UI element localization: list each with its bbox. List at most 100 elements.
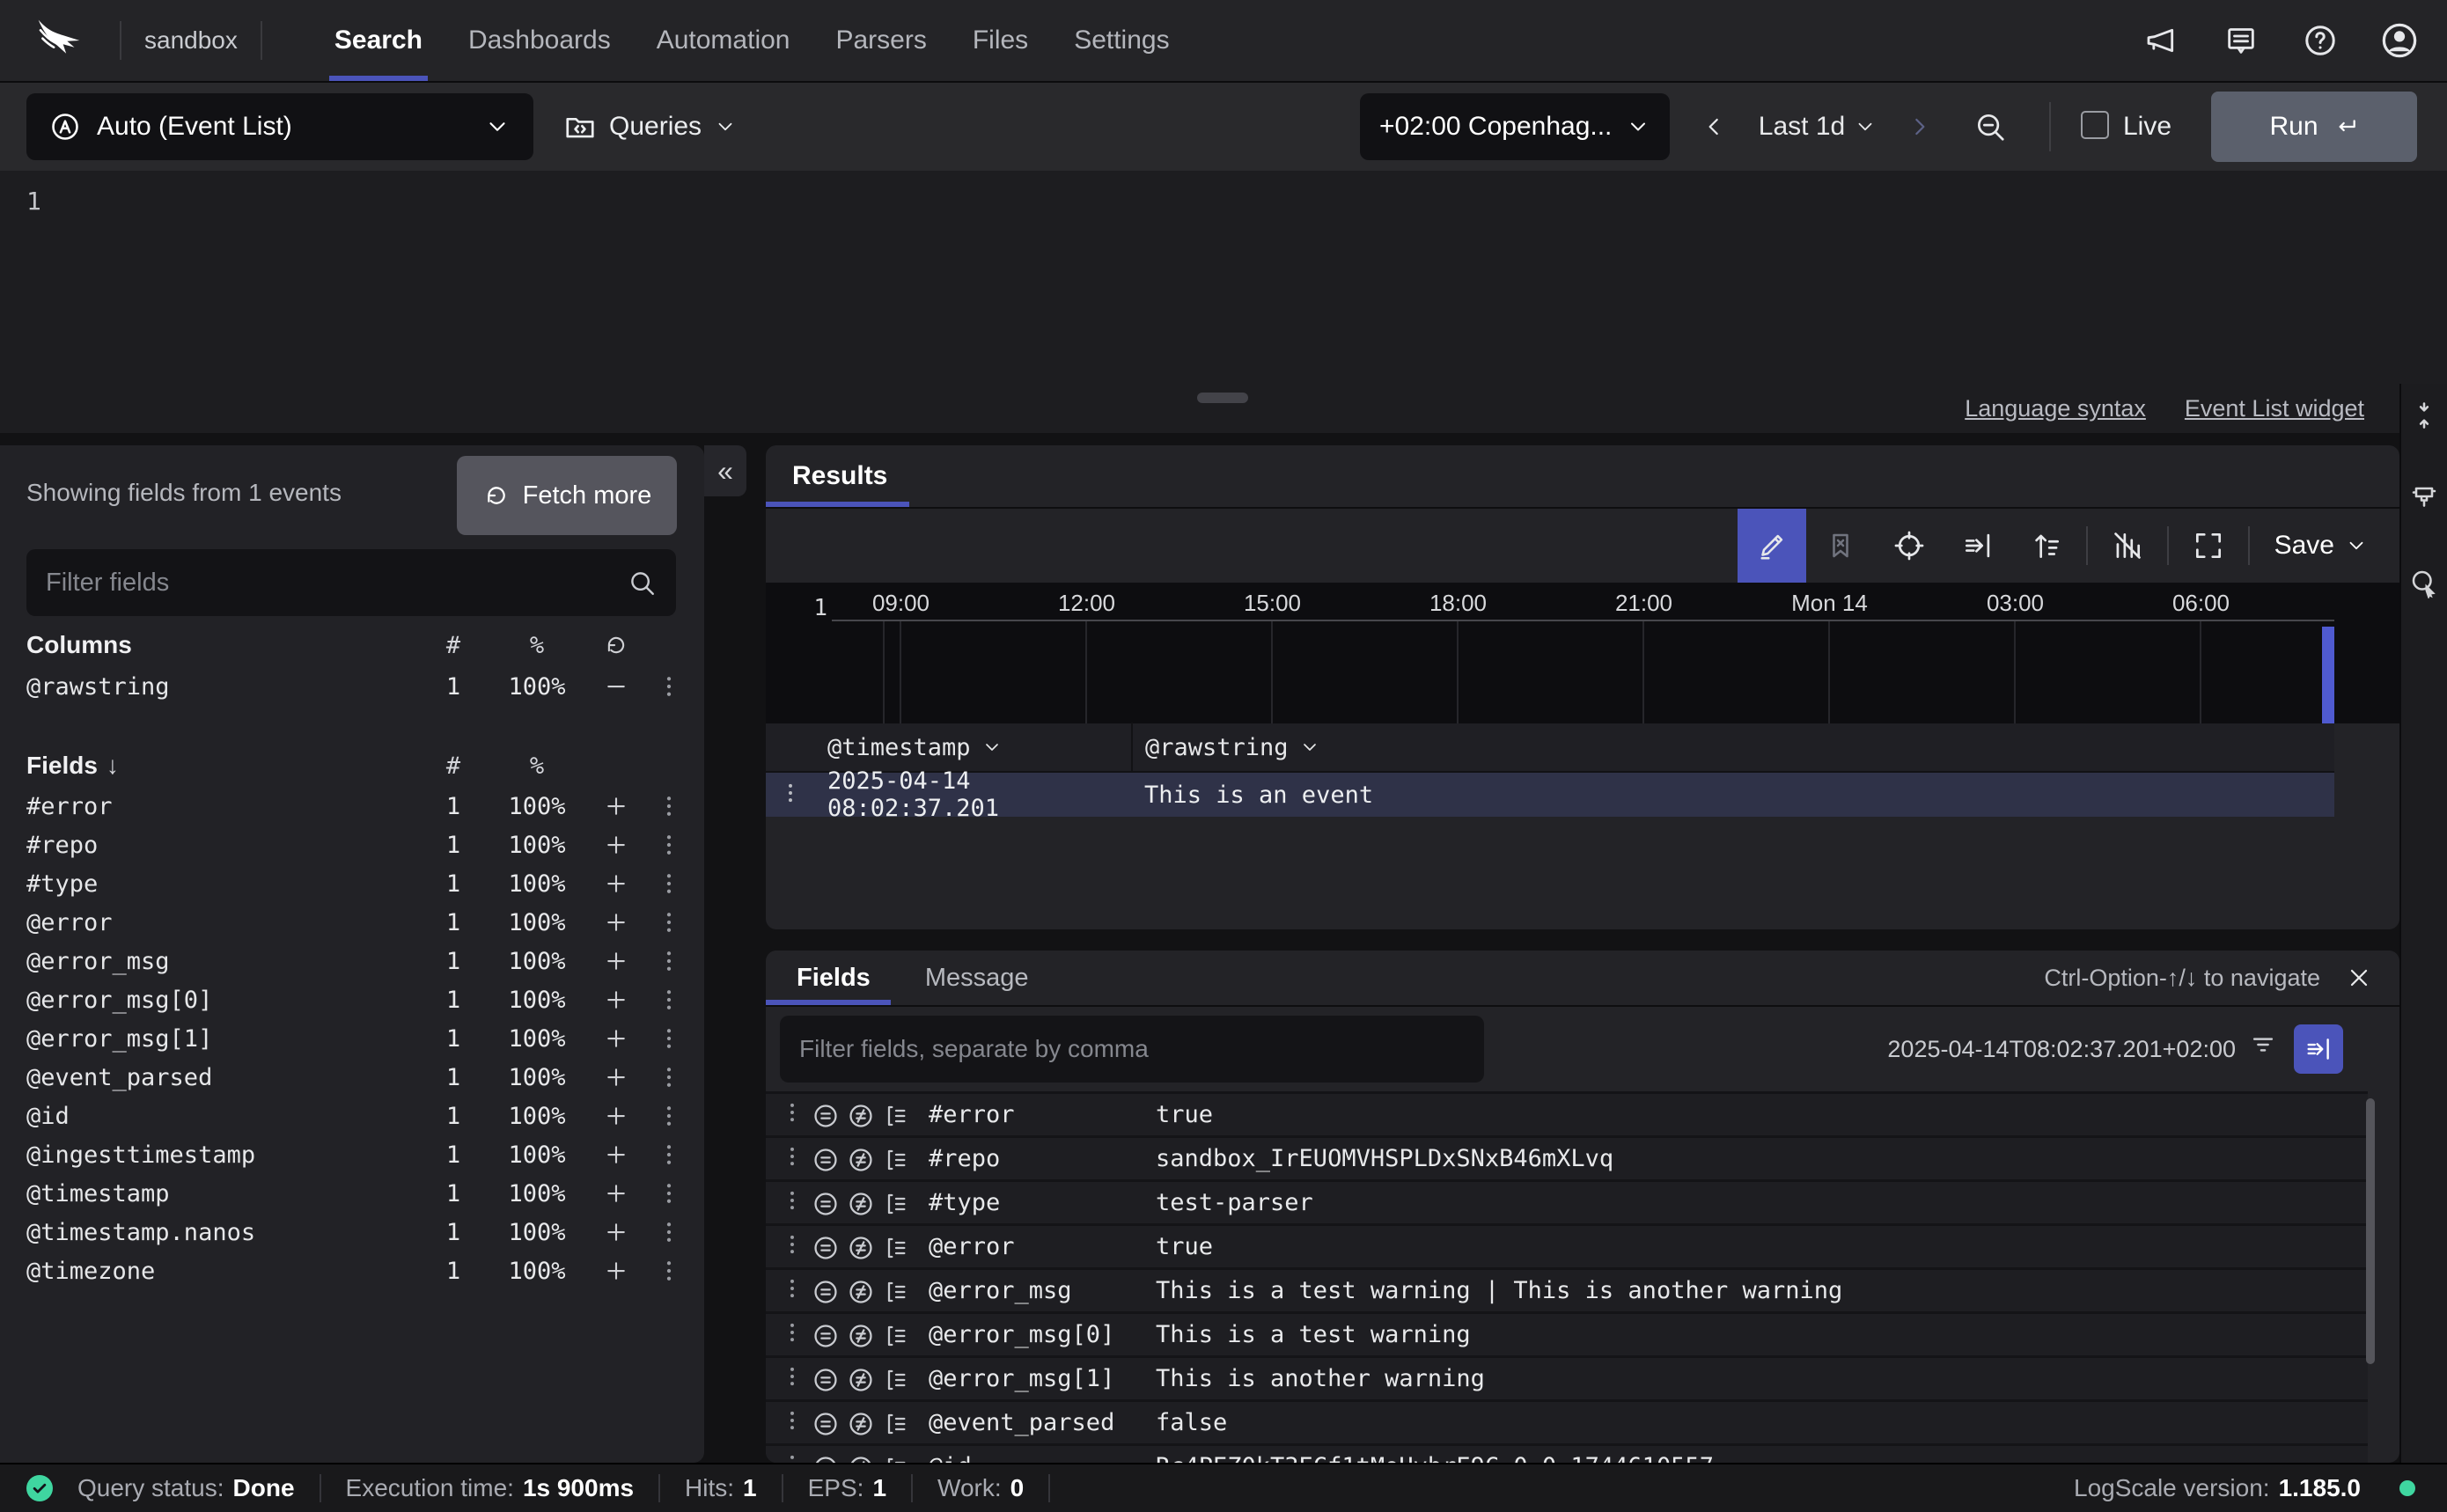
clear-bookmark-button[interactable]	[1806, 509, 1875, 583]
collapse-panels-icon[interactable]	[2408, 400, 2440, 436]
field-row[interactable]: @error_msg[0] 1 100%	[0, 980, 704, 1019]
row-menu-icon[interactable]	[780, 1408, 805, 1437]
field-row[interactable]: @event_parsed 1 100%	[0, 1058, 704, 1097]
language-syntax-link[interactable]: Language syntax	[1965, 395, 2146, 422]
inspector-field-row[interactable]: @error_msg This is a test warning | This…	[766, 1267, 2368, 1311]
add-field-icon[interactable]	[581, 1258, 651, 1284]
field-menu-icon[interactable]	[651, 870, 687, 897]
field-row[interactable]: @error_msg 1 100%	[0, 942, 704, 980]
group-by-icon[interactable]	[882, 1454, 910, 1463]
add-field-icon[interactable]	[581, 948, 651, 974]
group-by-icon[interactable]	[882, 1102, 910, 1134]
zoom-out-time-button[interactable]	[1959, 93, 2021, 160]
jump-to-event-button[interactable]	[2294, 1024, 2343, 1074]
inspector-field-row[interactable]: #repo sandbox_IrEUOMVHSPLDxSNxB46mXLvq	[766, 1135, 2368, 1179]
nav-item[interactable]: Search	[312, 0, 445, 81]
add-field-icon[interactable]	[581, 1180, 651, 1207]
refresh-columns-icon[interactable]	[581, 632, 651, 658]
fullscreen-button[interactable]	[2174, 509, 2243, 583]
collapse-sidebar-button[interactable]: «	[704, 445, 746, 496]
column-divider[interactable]	[1131, 723, 1133, 772]
tab-fields[interactable]: Fields	[797, 964, 871, 993]
event-list-widget-link[interactable]: Event List widget	[2185, 395, 2364, 422]
inspector-field-row[interactable]: @error_msg[1] This is another warning	[766, 1355, 2368, 1399]
jump-to-latest-button[interactable]	[1944, 509, 2012, 583]
nav-item[interactable]: Dashboards	[445, 0, 634, 81]
row-menu-icon[interactable]	[780, 1320, 805, 1349]
announcements-icon[interactable]	[2141, 19, 2183, 62]
field-menu-icon[interactable]	[651, 948, 687, 974]
filter-equals-icon[interactable]	[812, 1278, 840, 1310]
group-by-icon[interactable]	[882, 1366, 910, 1398]
row-menu-icon[interactable]	[778, 781, 803, 810]
add-field-icon[interactable]	[581, 1064, 651, 1090]
filter-not-equals-icon[interactable]	[847, 1322, 875, 1354]
event-row[interactable]: 2025-04-14 08:02:37.201 This is an event	[766, 773, 2334, 817]
field-row[interactable]: #type 1 100%	[0, 864, 704, 903]
inspector-field-row[interactable]: @event_parsed false	[766, 1399, 2368, 1443]
live-checkbox[interactable]	[2081, 111, 2109, 139]
field-row[interactable]: @error_msg[1] 1 100%	[0, 1019, 704, 1058]
inspector-field-row[interactable]: @id Rc4PEZ0kT3ECf1tMoHvbrE9C_0_0_1744610…	[766, 1443, 2368, 1463]
inspector-field-row[interactable]: @error true	[766, 1223, 2368, 1267]
field-menu-icon[interactable]	[651, 1103, 687, 1129]
results-timeline[interactable]: 1 09:0012:0015:0018:0021:00Mon 1403:0006…	[766, 583, 2399, 723]
time-forward-button[interactable]	[1892, 93, 1945, 160]
field-menu-icon[interactable]	[651, 1064, 687, 1090]
time-range-select[interactable]: Last 1d	[1752, 93, 1884, 160]
filter-equals-icon[interactable]	[812, 1190, 840, 1222]
query-editor[interactable]: 1	[0, 171, 2447, 384]
field-menu-icon[interactable]	[651, 1141, 687, 1168]
filter-not-equals-icon[interactable]	[847, 1366, 875, 1398]
tab-message[interactable]: Message	[925, 964, 1029, 993]
filter-not-equals-icon[interactable]	[847, 1410, 875, 1442]
filter-not-equals-icon[interactable]	[847, 1102, 875, 1134]
chevron-down-icon[interactable]	[981, 737, 1003, 758]
add-field-icon[interactable]	[581, 1103, 651, 1129]
row-menu-icon[interactable]	[780, 1364, 805, 1393]
filter-equals-icon[interactable]	[812, 1410, 840, 1442]
save-dropdown-button[interactable]: Save	[2274, 531, 2368, 561]
field-menu-icon[interactable]	[651, 1180, 687, 1207]
add-field-icon[interactable]	[581, 832, 651, 858]
field-menu-icon[interactable]	[651, 793, 687, 819]
filter-not-equals-icon[interactable]	[847, 1190, 875, 1222]
filter-fields-input[interactable]: Filter fields	[26, 549, 676, 616]
field-row[interactable]: #repo 1 100%	[0, 826, 704, 864]
add-field-icon[interactable]	[581, 1219, 651, 1245]
inspector-scrollbar[interactable]	[2366, 1098, 2375, 1364]
help-icon[interactable]	[2299, 19, 2341, 62]
field-row[interactable]: @ingesttimestamp 1 100%	[0, 1135, 704, 1174]
nav-item[interactable]: Parsers	[812, 0, 949, 81]
inspector-filter-input[interactable]: Filter fields, separate by comma	[780, 1016, 1484, 1083]
sort-order-button[interactable]	[2012, 509, 2081, 583]
add-field-icon[interactable]	[581, 1025, 651, 1052]
toggle-histogram-button[interactable]	[2093, 509, 2162, 583]
close-icon[interactable]	[2345, 964, 2373, 992]
field-menu-icon[interactable]	[651, 1219, 687, 1245]
chevron-down-icon[interactable]	[1299, 737, 1320, 758]
nav-item[interactable]: Files	[950, 0, 1051, 81]
nav-item[interactable]: Settings	[1051, 0, 1192, 81]
filter-equals-icon[interactable]	[812, 1234, 840, 1266]
workspace-name[interactable]: sandbox	[144, 26, 238, 55]
filter-not-equals-icon[interactable]	[847, 1454, 875, 1463]
crosshair-button[interactable]	[1875, 509, 1944, 583]
field-menu-icon[interactable]	[651, 909, 687, 936]
formatting-brush-icon[interactable]	[2408, 483, 2440, 519]
field-menu-icon[interactable]	[651, 832, 687, 858]
add-field-icon[interactable]	[581, 1141, 651, 1168]
group-by-icon[interactable]	[882, 1146, 910, 1178]
column-menu-icon[interactable]	[651, 673, 687, 700]
filter-equals-icon[interactable]	[812, 1146, 840, 1178]
filter-not-equals-icon[interactable]	[847, 1234, 875, 1266]
panel-resize-handle[interactable]	[1197, 393, 1248, 403]
tab-results[interactable]: Results	[792, 461, 887, 491]
group-by-icon[interactable]	[882, 1278, 910, 1310]
timezone-select[interactable]: +02:00 Copenhag...	[1360, 93, 1670, 160]
row-menu-icon[interactable]	[780, 1100, 805, 1129]
crowdstrike-falcon-logo[interactable]	[21, 12, 97, 69]
filter-not-equals-icon[interactable]	[847, 1146, 875, 1178]
field-row[interactable]: @id 1 100%	[0, 1097, 704, 1135]
view-mode-select[interactable]: Auto (Event List)	[26, 93, 533, 160]
